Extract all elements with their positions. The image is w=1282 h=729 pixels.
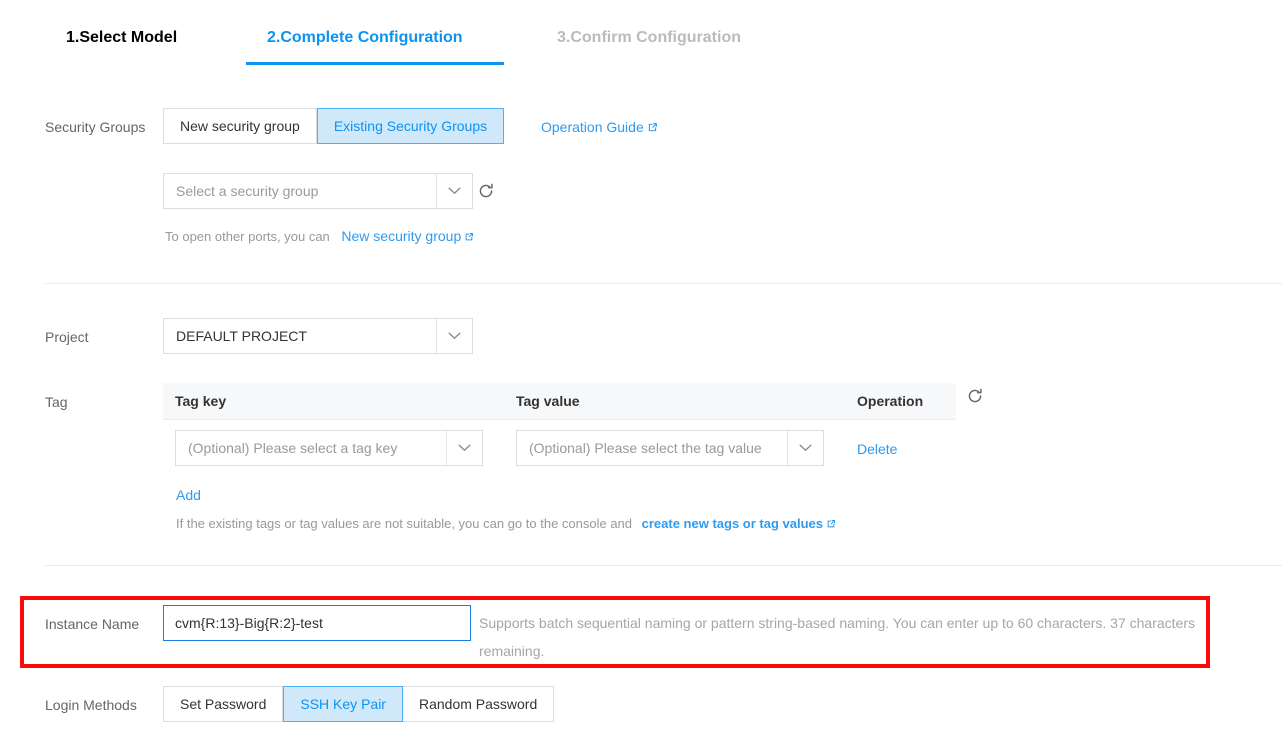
- divider-tag-instance: [45, 565, 1282, 566]
- security-groups-toggle: New security group Existing Security Gro…: [163, 108, 505, 144]
- refresh-tags-icon[interactable]: [966, 387, 984, 410]
- new-security-group-link-text: New security group: [341, 228, 462, 244]
- tag-value-select-text: (Optional) Please select the tag value: [529, 440, 762, 456]
- operation-guide-link-text: Operation Guide: [541, 119, 644, 135]
- instance-name-input[interactable]: [163, 605, 471, 641]
- external-link-icon: [826, 517, 836, 532]
- create-instance-wizard-page: 1.Select Model 2.Complete Configuration …: [0, 0, 1282, 729]
- create-new-tags-link[interactable]: create new tags or tag values: [642, 516, 836, 531]
- chevron-down-icon: [436, 319, 472, 353]
- login-methods-label: Login Methods: [45, 697, 137, 713]
- create-new-tags-link-text: create new tags or tag values: [641, 516, 823, 531]
- wizard-steps: 1.Select Model 2.Complete Configuration …: [0, 0, 1282, 66]
- login-method-option-ssh-key-pair[interactable]: SSH Key Pair: [283, 686, 403, 722]
- security-groups-option-existing[interactable]: Existing Security Groups: [316, 108, 505, 144]
- security-group-hint-text: To open other ports, you can: [165, 229, 330, 244]
- tag-label: Tag: [45, 394, 68, 410]
- tag-column-key: Tag key: [175, 393, 227, 409]
- login-method-option-random-password[interactable]: Random Password: [402, 686, 555, 722]
- security-group-hint: To open other ports, you can New securit…: [165, 228, 474, 245]
- security-group-select-text: Select a security group: [176, 183, 319, 199]
- operation-guide-link[interactable]: Operation Guide: [541, 119, 658, 136]
- wizard-step-confirm-configuration[interactable]: 3.Confirm Configuration: [557, 29, 741, 47]
- tag-key-select[interactable]: (Optional) Please select a tag key: [175, 430, 483, 466]
- refresh-security-groups-icon[interactable]: [477, 182, 495, 205]
- security-groups-option-new[interactable]: New security group: [163, 108, 317, 144]
- chevron-down-icon: [787, 431, 823, 465]
- new-security-group-link[interactable]: New security group: [341, 228, 474, 244]
- tag-add-button[interactable]: Add: [176, 487, 201, 503]
- tag-footer-hint: If the existing tags or tag values are n…: [176, 516, 836, 532]
- login-methods-toggle: Set Password SSH Key Pair Random Passwor…: [163, 686, 555, 722]
- chevron-down-icon: [436, 174, 472, 208]
- security-group-select[interactable]: Select a security group: [163, 173, 473, 209]
- tag-table-header: Tag key Tag value Operation: [163, 383, 956, 420]
- divider-security-project: [45, 283, 1282, 284]
- security-groups-label: Security Groups: [45, 119, 146, 135]
- wizard-step-select-model[interactable]: 1.Select Model: [66, 29, 177, 47]
- project-select-text: DEFAULT PROJECT: [176, 328, 307, 344]
- project-select[interactable]: DEFAULT PROJECT: [163, 318, 473, 354]
- external-link-icon: [647, 120, 658, 136]
- external-link-icon: [464, 229, 474, 245]
- chevron-down-icon: [446, 431, 482, 465]
- login-method-option-set-password[interactable]: Set Password: [163, 686, 284, 722]
- wizard-step-active-indicator: [246, 62, 504, 65]
- tag-key-select-text: (Optional) Please select a tag key: [188, 440, 398, 456]
- tag-column-value: Tag value: [516, 393, 580, 409]
- tag-value-select[interactable]: (Optional) Please select the tag value: [516, 430, 824, 466]
- wizard-step-complete-configuration[interactable]: 2.Complete Configuration: [267, 29, 463, 47]
- project-label: Project: [45, 329, 89, 345]
- tag-row-delete-button[interactable]: Delete: [857, 441, 897, 457]
- tag-footer-hint-text: If the existing tags or tag values are n…: [176, 516, 633, 531]
- instance-name-helper-text: Supports batch sequential naming or patt…: [479, 615, 1195, 659]
- tag-column-operation: Operation: [857, 393, 924, 409]
- instance-name-label: Instance Name: [45, 616, 140, 632]
